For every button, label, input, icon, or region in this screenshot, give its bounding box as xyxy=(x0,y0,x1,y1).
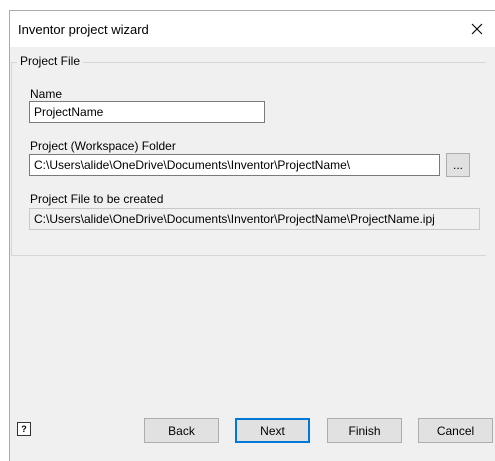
name-field[interactable]: ProjectName xyxy=(29,101,265,123)
next-button[interactable]: Next xyxy=(235,418,310,443)
close-button[interactable] xyxy=(459,11,495,47)
cancel-button[interactable]: Cancel xyxy=(418,418,493,443)
title-bar: Inventor project wizard xyxy=(10,11,495,47)
finish-button[interactable]: Finish xyxy=(327,418,402,443)
dialog-title: Inventor project wizard xyxy=(18,22,149,37)
project-file-group-label: Project File xyxy=(17,54,84,68)
folder-field[interactable]: C:\Users\alide\OneDrive\Documents\Invent… xyxy=(29,154,440,176)
close-icon xyxy=(471,23,483,35)
project-file-path-field: C:\Users\alide\OneDrive\Documents\Invent… xyxy=(29,208,480,230)
project-file-label: Project File to be created xyxy=(30,192,164,206)
folder-label: Project (Workspace) Folder xyxy=(30,139,176,153)
help-icon: ? xyxy=(21,424,27,434)
name-label: Name xyxy=(30,87,63,101)
browse-button[interactable]: ... xyxy=(446,153,470,177)
back-button[interactable]: Back xyxy=(144,418,219,443)
help-button[interactable]: ? xyxy=(17,422,31,436)
